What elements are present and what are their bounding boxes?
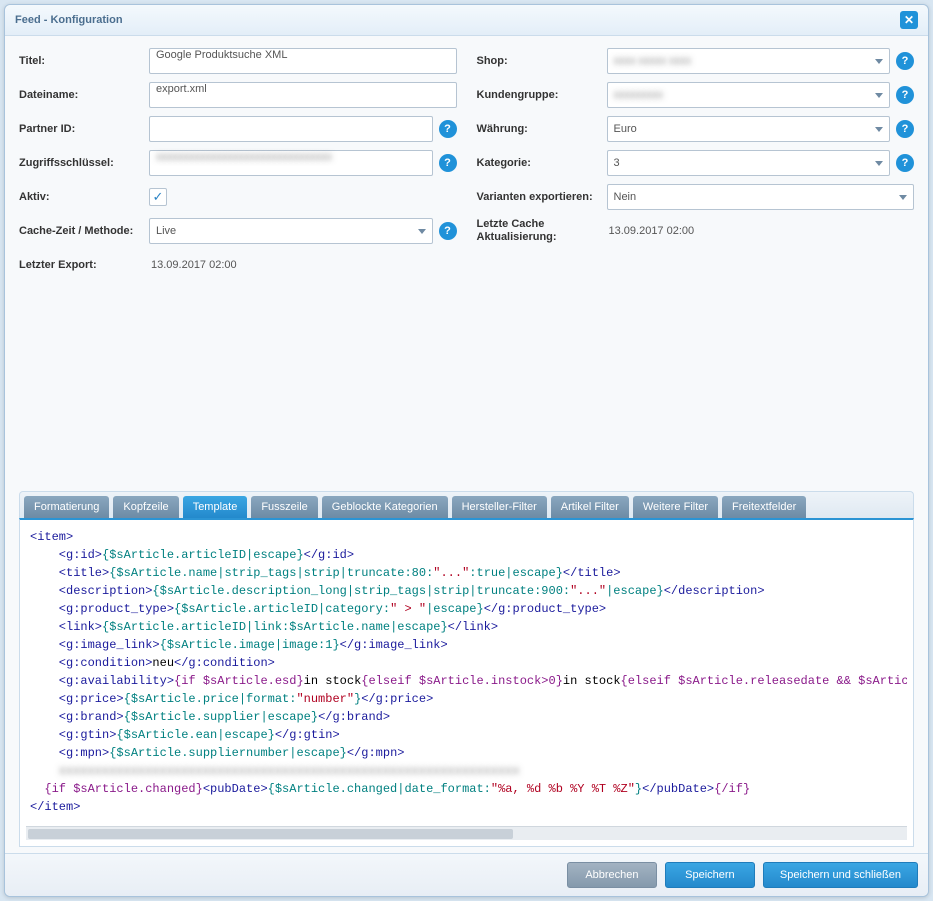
template-editor[interactable]: <item> <g:id>{$sArticle.articleID|escape… (26, 526, 907, 826)
label-zugriffsschluessel: Zugriffsschlüssel: (19, 157, 149, 170)
editor-wrap: <item> <g:id>{$sArticle.articleID|escape… (19, 518, 914, 847)
help-icon[interactable]: ? (439, 154, 457, 172)
select-varianten[interactable]: Nein (607, 184, 915, 210)
select-kundengruppe[interactable]: xxxxxxxxx (607, 82, 891, 108)
input-titel[interactable]: Google Produktsuche XML (149, 48, 457, 74)
select-value: xxxx xxxxx xxxx (614, 55, 692, 67)
content-area: Titel: Google Produktsuche XML Dateiname… (5, 36, 928, 853)
select-value: Live (156, 225, 176, 237)
help-icon[interactable]: ? (896, 52, 914, 70)
tab-freitextfelder[interactable]: Freitextfelder (722, 496, 806, 518)
input-dateiname[interactable]: export.xml (149, 82, 457, 108)
close-icon: ✕ (904, 13, 914, 27)
label-varianten: Varianten exportieren: (477, 191, 607, 204)
chevron-down-icon (899, 195, 907, 200)
tab-weitere-filter[interactable]: Weitere Filter (633, 496, 718, 518)
help-icon[interactable]: ? (439, 222, 457, 240)
label-kategorie: Kategorie: (477, 157, 607, 170)
form-left-column: Titel: Google Produktsuche XML Dateiname… (19, 48, 457, 286)
feed-config-window: Feed - Konfiguration ✕ Titel: Google Pro… (4, 4, 929, 897)
select-shop[interactable]: xxxx xxxxx xxxx (607, 48, 891, 74)
tab-hersteller-filter[interactable]: Hersteller-Filter (452, 496, 547, 518)
form-right-column: Shop: xxxx xxxxx xxxx ? Kundengruppe: xx… (477, 48, 915, 286)
chevron-down-icon (875, 59, 883, 64)
select-value: Nein (614, 191, 637, 203)
scrollbar-thumb[interactable] (28, 829, 513, 839)
select-cache-zeit[interactable]: Live (149, 218, 433, 244)
form-top: Titel: Google Produktsuche XML Dateiname… (19, 48, 914, 286)
help-icon[interactable]: ? (439, 120, 457, 138)
label-letzte-cache: Letzte Cache Aktualisierung: (477, 218, 607, 243)
label-waehrung: Währung: (477, 123, 607, 136)
chevron-down-icon (875, 161, 883, 166)
tab-template[interactable]: Template (183, 496, 248, 518)
help-icon[interactable]: ? (896, 120, 914, 138)
select-value: Euro (614, 123, 637, 135)
tab-bar: Formatierung Kopfzeile Template Fusszeil… (19, 491, 914, 518)
label-shop: Shop: (477, 55, 607, 68)
tab-kopfzeile[interactable]: Kopfzeile (113, 496, 178, 518)
value-letzte-cache: 13.09.2017 02:00 (607, 225, 695, 237)
cancel-button[interactable]: Abbrechen (567, 862, 657, 888)
value-letzter-export: 13.09.2017 02:00 (149, 259, 237, 271)
label-titel: Titel: (19, 55, 149, 68)
select-value: xxxxxxxxx (614, 89, 664, 101)
checkbox-aktiv[interactable]: ✓ (149, 188, 167, 206)
select-kategorie[interactable]: 3 (607, 150, 891, 176)
label-partner-id: Partner ID: (19, 123, 149, 136)
label-letzter-export: Letzter Export: (19, 259, 149, 272)
tab-area: Formatierung Kopfzeile Template Fusszeil… (19, 491, 914, 847)
tab-artikel-filter[interactable]: Artikel Filter (551, 496, 629, 518)
tab-formatierung[interactable]: Formatierung (24, 496, 109, 518)
close-button[interactable]: ✕ (900, 11, 918, 29)
titlebar: Feed - Konfiguration ✕ (5, 5, 928, 36)
input-partner-id[interactable] (149, 116, 433, 142)
chevron-down-icon (875, 93, 883, 98)
help-icon[interactable]: ? (896, 86, 914, 104)
input-zugriffsschluessel[interactable]: xxxxxxxxxxxxxxxxxxxxxxxxxxxxxxxx (149, 150, 433, 176)
tab-fusszeile[interactable]: Fusszeile (251, 496, 317, 518)
select-waehrung[interactable]: Euro (607, 116, 891, 142)
horizontal-scrollbar[interactable] (26, 826, 907, 840)
footer-toolbar: Abbrechen Speichern Speichern und schlie… (5, 853, 928, 896)
label-aktiv: Aktiv: (19, 191, 149, 204)
tab-geblockte-kategorien[interactable]: Geblockte Kategorien (322, 496, 448, 518)
chevron-down-icon (875, 127, 883, 132)
help-icon[interactable]: ? (896, 154, 914, 172)
save-close-button[interactable]: Speichern und schließen (763, 862, 918, 888)
select-value: 3 (614, 157, 620, 169)
save-button[interactable]: Speichern (665, 862, 755, 888)
label-dateiname: Dateiname: (19, 89, 149, 102)
window-title: Feed - Konfiguration (15, 14, 123, 26)
chevron-down-icon (418, 229, 426, 234)
label-cache-zeit: Cache-Zeit / Methode: (19, 225, 149, 238)
label-kundengruppe: Kundengruppe: (477, 89, 607, 102)
